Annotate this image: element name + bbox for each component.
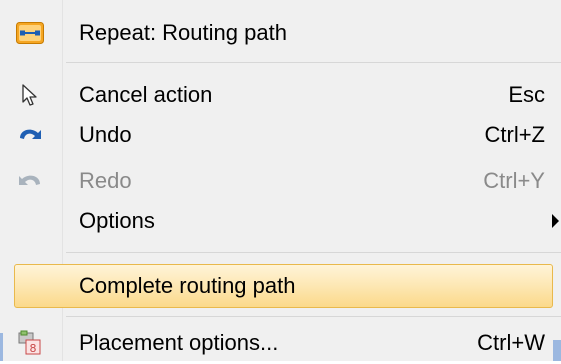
menu-item-label: Repeat: Routing path bbox=[79, 20, 287, 45]
menu-item-label: Placement options... bbox=[79, 330, 279, 355]
menu-item-placement-options[interactable]: 8 Placement options... Ctrl+W bbox=[0, 322, 561, 364]
menu-item-shortcut: Esc bbox=[508, 82, 545, 107]
menu-item-cancel-action[interactable]: Cancel action Esc bbox=[0, 74, 561, 116]
menu-item-label: Redo bbox=[79, 168, 132, 193]
menu-item-label: Cancel action bbox=[79, 82, 213, 107]
menu-item-repeat-routing-path[interactable]: Repeat: Routing path bbox=[0, 12, 561, 54]
menu-separator bbox=[66, 62, 561, 63]
menu-item-shortcut: Ctrl+W bbox=[477, 330, 545, 355]
menu-separator bbox=[66, 252, 561, 253]
menu-item-shortcut: Ctrl+Y bbox=[483, 168, 545, 193]
routing-path-icon bbox=[14, 19, 46, 47]
menu-item-label: Options bbox=[79, 208, 155, 233]
arrow-cursor-icon bbox=[14, 81, 46, 109]
submenu-arrow-icon bbox=[552, 214, 559, 228]
placement-options-icon: 8 bbox=[14, 329, 46, 357]
menu-item-shortcut: Ctrl+Z bbox=[484, 122, 546, 147]
redo-icon bbox=[14, 167, 46, 195]
window-edge-marker bbox=[0, 333, 3, 361]
menu-item-label: Undo bbox=[79, 122, 132, 147]
svg-text:8: 8 bbox=[30, 342, 37, 355]
menu-item-complete-routing-path[interactable]: Complete routing path bbox=[14, 264, 553, 308]
menu-item-redo[interactable]: Redo Ctrl+Y bbox=[0, 160, 561, 202]
menu-item-label: Complete routing path bbox=[79, 273, 296, 298]
menu-item-options[interactable]: Options bbox=[0, 200, 561, 242]
menu-separator bbox=[66, 316, 561, 317]
window-edge-marker bbox=[553, 340, 561, 361]
menu-item-undo[interactable]: Undo Ctrl+Z bbox=[0, 114, 561, 156]
context-menu: Repeat: Routing path Cancel action Esc U… bbox=[0, 0, 561, 361]
undo-icon bbox=[14, 121, 46, 149]
